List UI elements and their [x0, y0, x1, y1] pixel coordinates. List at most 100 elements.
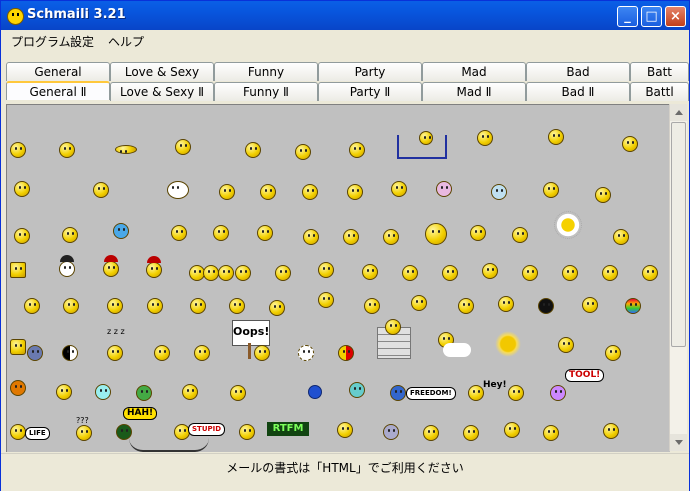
spinning-smiley-icon[interactable] [298, 345, 314, 361]
tab-mad-2[interactable]: Mad Ⅱ [422, 82, 526, 101]
tab-bad-2[interactable]: Bad Ⅱ [526, 82, 630, 101]
swimming-smiley-icon[interactable] [603, 423, 619, 439]
oops-sign[interactable]: Oops! [232, 320, 270, 346]
tab-funny-2[interactable]: Funny Ⅱ [214, 82, 318, 101]
scroll-down-arrow-icon[interactable] [670, 434, 687, 451]
wink-smiley-icon[interactable] [303, 229, 319, 245]
redhead-smiley-icon[interactable] [391, 181, 407, 197]
frown-smiley-icon[interactable] [522, 265, 538, 281]
green-smiley-icon[interactable] [136, 385, 152, 401]
bow-smiley-icon[interactable] [347, 184, 363, 200]
pacman-icon[interactable] [468, 385, 484, 401]
helmet-smiley-icon[interactable] [213, 225, 229, 241]
rtfm-smiley-icon[interactable] [239, 424, 255, 440]
framed-smiley-icon[interactable] [10, 262, 26, 278]
side-smiley-icon[interactable] [275, 265, 291, 281]
thinking-smiley-icon[interactable] [10, 339, 26, 355]
small-smiley-icon[interactable] [558, 337, 574, 353]
group-smiley-4-icon[interactable] [235, 265, 251, 281]
santa-smiley-icon[interactable] [103, 261, 119, 277]
menu-program[interactable]: プログラム [11, 33, 71, 50]
lightbulb-smiley-icon[interactable] [59, 142, 75, 158]
yin-yang-icon[interactable] [62, 345, 78, 361]
winged-smiley-icon[interactable] [411, 295, 427, 311]
spider-smiley-icon[interactable] [245, 142, 261, 158]
tab-general-2[interactable]: General Ⅱ [6, 81, 110, 100]
alien-smiley-icon[interactable] [491, 184, 507, 200]
plain-smiley-icon[interactable] [613, 229, 629, 245]
grin-smiley-icon[interactable] [562, 265, 578, 281]
title-bar[interactable]: Schmaili 3.21 _ □ × [1, 1, 689, 30]
cowboy-smiley-icon[interactable] [302, 184, 318, 200]
ghost-icon[interactable] [167, 181, 189, 199]
group-smiley-2-icon[interactable] [203, 265, 219, 281]
pink-face-icon[interactable] [436, 181, 452, 197]
minimize-button[interactable]: _ [617, 6, 638, 27]
neutral-smiley-icon[interactable] [442, 265, 458, 281]
pirate-smiley-icon[interactable] [14, 181, 30, 197]
idea-smiley-icon[interactable] [229, 298, 245, 314]
sleeping-zzz-smiley-icon[interactable] [107, 345, 123, 361]
sleepy-smiley-icon[interactable] [295, 144, 311, 160]
cat-smiley-icon[interactable] [260, 184, 276, 200]
calm-smiley-icon[interactable] [154, 345, 170, 361]
oops-smiley-icon[interactable] [254, 345, 270, 361]
simple-smiley-icon[interactable] [402, 265, 418, 281]
blush-smiley-icon[interactable] [595, 187, 611, 203]
crying-smiley-icon[interactable] [10, 142, 26, 158]
worried-smiley-icon[interactable] [337, 422, 353, 438]
cool-shades-smiley-icon[interactable] [362, 264, 378, 280]
blue-sad-smiley-icon[interactable] [27, 345, 43, 361]
laughing-smiley-icon[interactable] [56, 384, 72, 400]
smirk-smiley-icon[interactable] [602, 265, 618, 281]
teeth-smiley-icon[interactable] [95, 384, 111, 400]
ninja-smiley-icon[interactable] [62, 227, 78, 243]
tab-battle-2[interactable]: Battl [630, 82, 689, 101]
flat-smiley-icon[interactable] [115, 145, 137, 154]
cold-smiley-icon[interactable] [14, 228, 30, 244]
angry-smiley-icon[interactable] [423, 425, 439, 441]
scrollbar-thumb[interactable] [671, 122, 686, 347]
nerd-smiley-icon[interactable] [63, 298, 79, 314]
tired-smiley-icon[interactable] [349, 142, 365, 158]
shocked-smiley-icon[interactable] [504, 422, 520, 438]
rainbow-smiley-icon[interactable] [625, 298, 641, 314]
vertical-scrollbar[interactable] [669, 104, 687, 451]
maximize-button[interactable]: □ [641, 6, 662, 27]
dancing-smiley-icon[interactable] [318, 292, 334, 308]
grumpy-smiley-icon[interactable] [463, 425, 479, 441]
pigtail-smiley-icon[interactable] [543, 182, 559, 198]
blue-ball-icon[interactable] [308, 385, 322, 399]
sun-smiley-icon[interactable] [495, 331, 521, 357]
angel-wings-smiley-icon[interactable] [477, 130, 493, 146]
teal-smiley-icon[interactable] [349, 382, 365, 398]
pumpkin-icon[interactable] [10, 380, 26, 396]
sunglasses-smiley-icon[interactable] [458, 298, 474, 314]
party-hat-smiley-icon[interactable] [498, 296, 514, 312]
half-smiley-icon[interactable] [194, 345, 210, 361]
moose-smiley-icon[interactable] [622, 136, 638, 152]
dizzy-smiley-icon[interactable] [543, 425, 559, 441]
halo-smiley-icon[interactable] [147, 298, 163, 314]
laugh-smiley-icon[interactable] [190, 298, 206, 314]
bandaged-smiley-icon[interactable] [364, 298, 380, 314]
confused-smiley-icon[interactable] [76, 425, 92, 441]
wheelchair-smiley-icon[interactable] [175, 139, 191, 155]
viking-smiley-icon[interactable] [93, 182, 109, 198]
blue-flower-smiley-icon[interactable] [113, 223, 129, 239]
smile-smiley-icon[interactable] [107, 298, 123, 314]
tab-bad[interactable]: Bad [526, 62, 630, 81]
life-smiley-icon[interactable] [10, 424, 26, 440]
menu-help[interactable]: ヘルプ [108, 33, 144, 50]
glasses-smiley-icon[interactable] [642, 265, 658, 281]
freedom-smiley-icon[interactable] [390, 385, 406, 401]
pacman-2-icon[interactable] [508, 385, 524, 401]
tab-party-2[interactable]: Party Ⅱ [318, 82, 422, 101]
visor-smiley-icon[interactable] [383, 229, 399, 245]
tool-smiley-icon[interactable] [550, 385, 566, 401]
frowning-smiley-icon[interactable] [230, 385, 246, 401]
bandana-smiley-icon[interactable] [219, 184, 235, 200]
chef-smiley-icon[interactable] [257, 225, 273, 241]
menu-settings[interactable]: 設定 [70, 33, 94, 50]
close-button[interactable]: × [665, 6, 686, 27]
